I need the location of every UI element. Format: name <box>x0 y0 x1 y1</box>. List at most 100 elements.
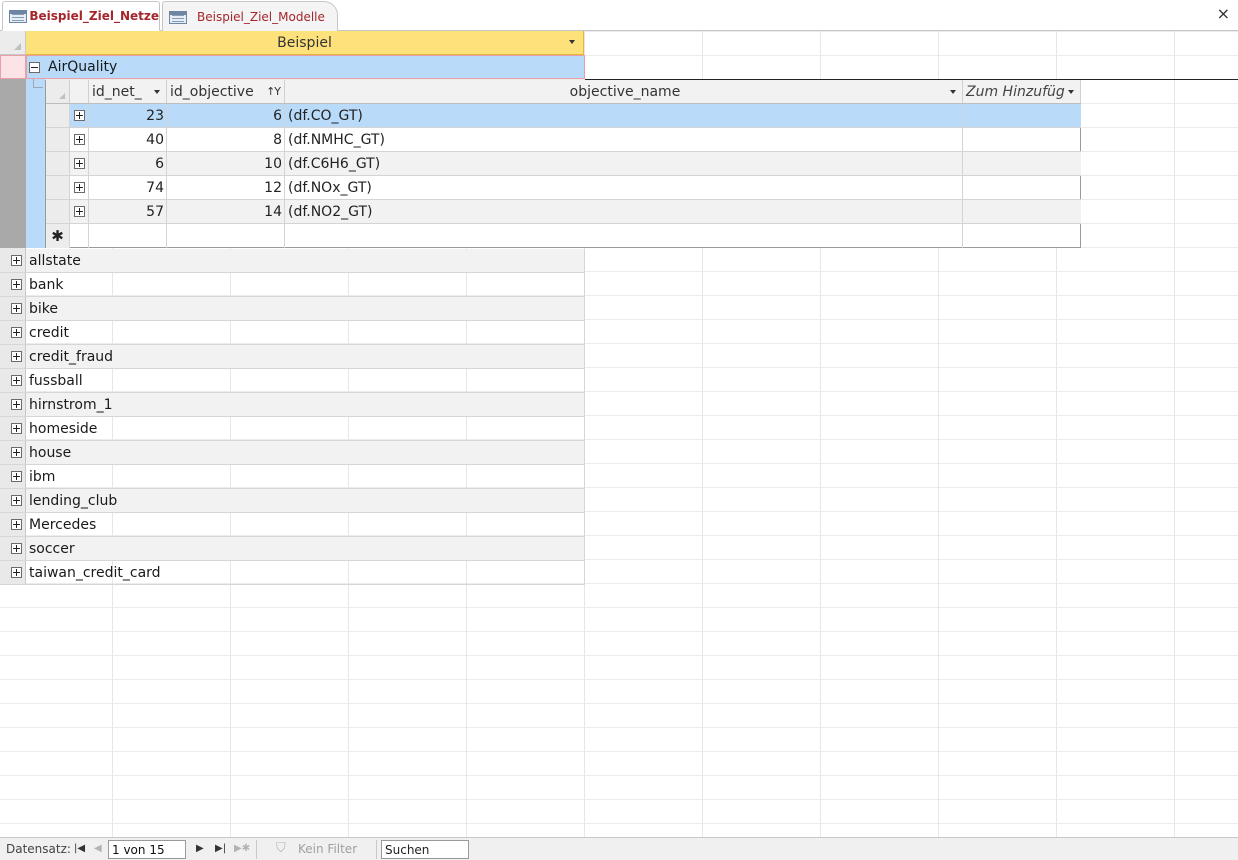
cell-add-field[interactable] <box>963 128 1081 151</box>
cell-beispiel[interactable]: hirnstrom_1 <box>26 393 585 416</box>
cell-id-net[interactable]: 57 <box>89 200 167 223</box>
record-selector[interactable] <box>0 273 26 296</box>
previous-record-icon[interactable]: ◀ <box>94 843 102 854</box>
close-icon[interactable]: × <box>1217 6 1230 22</box>
cell-add-field[interactable] <box>963 200 1081 223</box>
select-all-corner[interactable] <box>0 31 26 55</box>
cell-id-objective[interactable]: 6 <box>167 104 285 127</box>
record-row[interactable]: soccer <box>0 537 585 561</box>
cell-beispiel[interactable]: soccer <box>26 537 585 560</box>
expand-icon[interactable] <box>73 158 85 169</box>
cell-beispiel[interactable]: Mercedes <box>26 513 585 536</box>
record-selector[interactable] <box>0 465 26 488</box>
record-row[interactable]: allstate <box>0 249 585 273</box>
cell-id-objective[interactable] <box>167 224 285 248</box>
tab-beispiel-ziel-modelle[interactable]: Beispiel_Ziel_Modelle <box>162 1 338 31</box>
column-header-objective-name[interactable]: objective_name <box>285 80 963 103</box>
cell-objective-name[interactable]: (df.NMHC_GT) <box>285 128 963 151</box>
expand-icon[interactable] <box>11 351 22 362</box>
record-selector[interactable] <box>0 441 26 464</box>
first-record-icon[interactable]: |◀ <box>74 843 85 854</box>
cell-id-objective[interactable]: 12 <box>167 176 285 199</box>
cell-beispiel[interactable]: credit <box>26 321 585 344</box>
record-selector[interactable] <box>0 513 26 536</box>
select-all-corner[interactable] <box>46 80 70 103</box>
record-selector[interactable] <box>0 297 26 320</box>
record-selector[interactable] <box>0 417 26 440</box>
search-input[interactable]: Suchen <box>381 840 469 859</box>
expand-icon[interactable] <box>11 447 22 458</box>
filter-status[interactable]: Kein Filter <box>298 842 357 856</box>
expand-icon[interactable] <box>11 495 22 506</box>
column-header-id-net[interactable]: id_net_ <box>89 80 167 103</box>
expand-icon[interactable] <box>11 399 22 410</box>
expand-icon[interactable] <box>11 255 22 266</box>
cell-add-field[interactable] <box>963 104 1081 127</box>
record-selector[interactable] <box>0 55 26 79</box>
expand-icon[interactable] <box>11 567 22 578</box>
cell-beispiel[interactable]: lending_club <box>26 489 585 512</box>
record-row[interactable]: credit_fraud <box>0 345 585 369</box>
expand-icon[interactable] <box>11 543 22 554</box>
record-selector[interactable] <box>0 369 26 392</box>
expand-icon[interactable] <box>73 206 85 217</box>
filter-icon[interactable]: ⛉ <box>276 841 286 856</box>
cell-id-net[interactable]: 6 <box>89 152 167 175</box>
cell-beispiel[interactable]: house <box>26 441 585 464</box>
record-selector[interactable] <box>46 176 70 199</box>
collapse-icon[interactable] <box>29 61 40 73</box>
cell-beispiel[interactable]: bank <box>26 273 585 296</box>
column-header-beispiel[interactable]: Beispiel <box>26 31 584 55</box>
dropdown-arrow-icon[interactable] <box>569 40 575 44</box>
cell-id-objective[interactable]: 8 <box>167 128 285 151</box>
record-row[interactable]: homeside <box>0 417 585 441</box>
expand-icon[interactable] <box>11 303 22 314</box>
record-row[interactable]: house <box>0 441 585 465</box>
cell-add-field[interactable] <box>963 152 1081 175</box>
cell-objective-name[interactable]: (df.NO2_GT) <box>285 200 963 223</box>
column-header-id-objective[interactable]: id_objective ↑Y <box>167 80 285 103</box>
subdatasheet-row[interactable]: 74 12 (df.NOx_GT) <box>46 176 1081 200</box>
record-selector[interactable] <box>0 393 26 416</box>
dropdown-arrow-icon[interactable] <box>1068 90 1074 94</box>
new-record-row[interactable]: ✱ <box>46 224 1081 248</box>
record-row[interactable]: bank <box>0 273 585 297</box>
expand-icon[interactable] <box>73 182 85 193</box>
record-selector[interactable] <box>0 249 26 272</box>
record-selector[interactable] <box>46 152 70 175</box>
cell-id-net[interactable]: 74 <box>89 176 167 199</box>
cell-beispiel[interactable]: taiwan_credit_card <box>26 561 585 584</box>
subdatasheet-row[interactable]: 57 14 (df.NO2_GT) <box>46 200 1081 224</box>
sort-filter-icon[interactable]: ↑Y <box>266 85 281 98</box>
subdatasheet-row[interactable]: 40 8 (df.NMHC_GT) <box>46 128 1081 152</box>
subdatasheet-row[interactable]: 23 6 (df.CO_GT) <box>46 104 1081 128</box>
record-selector[interactable] <box>46 200 70 223</box>
cell-beispiel[interactable]: homeside <box>26 417 585 440</box>
expand-icon[interactable] <box>73 134 85 145</box>
record-selector[interactable] <box>0 345 26 368</box>
next-record-icon[interactable]: ▶ <box>196 843 204 854</box>
subdatasheet-row[interactable]: 6 10 (df.C6H6_GT) <box>46 152 1081 176</box>
cell-objective-name[interactable]: (df.C6H6_GT) <box>285 152 963 175</box>
record-row[interactable]: fussball <box>0 369 585 393</box>
cell-id-net[interactable]: 23 <box>89 104 167 127</box>
last-record-icon[interactable]: ▶| <box>215 843 226 854</box>
cell-objective-name[interactable] <box>285 224 963 248</box>
cell-id-net[interactable]: 40 <box>89 128 167 151</box>
record-row[interactable]: hirnstrom_1 <box>0 393 585 417</box>
current-record-field[interactable]: 1 von 15 <box>108 840 186 859</box>
expand-icon[interactable] <box>73 110 85 121</box>
record-selector[interactable] <box>0 321 26 344</box>
record-selector[interactable] <box>46 104 70 127</box>
record-row[interactable]: ibm <box>0 465 585 489</box>
record-row[interactable]: bike <box>0 297 585 321</box>
expanded-record-airquality[interactable]: AirQuality <box>26 55 585 79</box>
dropdown-arrow-icon[interactable] <box>154 90 160 94</box>
cell-beispiel[interactable]: allstate <box>26 249 585 272</box>
record-row[interactable]: lending_club <box>0 489 585 513</box>
cell-id-objective[interactable]: 10 <box>167 152 285 175</box>
record-selector[interactable] <box>0 537 26 560</box>
expand-icon[interactable] <box>11 327 22 338</box>
expand-icon[interactable] <box>11 471 22 482</box>
cell-beispiel[interactable]: credit_fraud <box>26 345 585 368</box>
